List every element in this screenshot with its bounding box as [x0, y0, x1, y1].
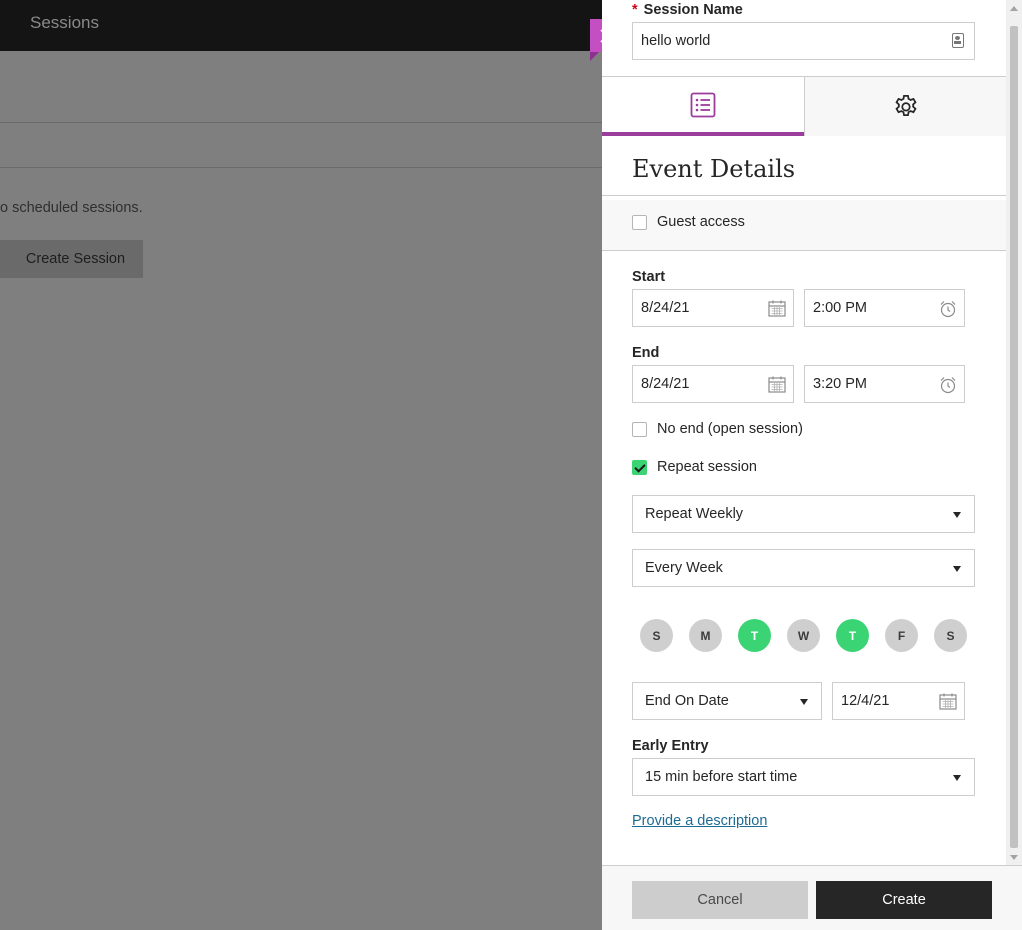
required-marker: *: [632, 2, 638, 18]
list-icon: [690, 92, 716, 117]
session-name-label-text: Session Name: [643, 2, 743, 18]
session-name-label: * Session Name: [632, 2, 743, 18]
end-mode-value: End On Date: [645, 693, 729, 709]
gear-icon: [894, 94, 917, 116]
start-date-input[interactable]: 8/24/21: [632, 289, 794, 327]
section-title: Event Details: [632, 155, 796, 183]
day-friday[interactable]: F: [885, 619, 918, 652]
divider: [0, 122, 602, 123]
repeat-interval-value: Every Week: [645, 560, 723, 576]
session-panel: * Session Name hello world Event Details …: [602, 0, 1022, 930]
repeat-session-label: Repeat session: [657, 459, 757, 475]
start-time-value: 2:00 PM: [813, 300, 867, 316]
end-label: End: [632, 345, 660, 361]
scrollbar-thumb[interactable]: [1010, 26, 1018, 848]
tab-settings[interactable]: [804, 77, 1006, 136]
start-time-input[interactable]: 2:00 PM: [804, 289, 965, 327]
alarm-clock-icon: [940, 301, 956, 318]
guest-access-label: Guest access: [657, 214, 745, 230]
day-tuesday[interactable]: T: [738, 619, 771, 652]
no-end-label: No end (open session): [657, 421, 803, 437]
caret-down-icon: [953, 512, 961, 518]
end-time-value: 3:20 PM: [813, 376, 867, 392]
end-mode-select[interactable]: End On Date: [632, 682, 822, 720]
provide-description-link[interactable]: Provide a description: [632, 813, 767, 829]
alarm-clock-icon: [940, 377, 956, 394]
panel-tabs: [602, 76, 1006, 136]
cancel-button[interactable]: Cancel: [632, 881, 808, 919]
day-sunday[interactable]: S: [640, 619, 673, 652]
day-wednesday[interactable]: W: [787, 619, 820, 652]
divider: [602, 195, 1006, 196]
caret-down-icon: [953, 566, 961, 572]
contact-card-icon: [952, 33, 964, 48]
background-header: Sessions: [0, 0, 602, 51]
guest-access-checkbox[interactable]: [632, 215, 647, 230]
panel-scrollbar[interactable]: [1006, 0, 1022, 865]
no-sessions-text: o scheduled sessions.: [0, 200, 143, 216]
end-time-input[interactable]: 3:20 PM: [804, 365, 965, 403]
repeat-frequency-select[interactable]: Repeat Weekly: [632, 495, 975, 533]
day-monday[interactable]: M: [689, 619, 722, 652]
end-on-date-input[interactable]: 12/4/21: [832, 682, 965, 720]
tab-event-details[interactable]: [602, 77, 804, 136]
early-entry-value: 15 min before start time: [645, 769, 798, 785]
calendar-icon: [768, 376, 786, 393]
early-entry-label: Early Entry: [632, 738, 709, 754]
end-date-value: 8/24/21: [641, 376, 690, 392]
early-entry-select[interactable]: 15 min before start time: [632, 758, 975, 796]
background-content: [0, 51, 602, 930]
page-title: Sessions: [30, 13, 99, 32]
end-date-input[interactable]: 8/24/21: [632, 365, 794, 403]
caret-down-icon: [800, 699, 808, 705]
calendar-icon: [939, 693, 957, 710]
panel-footer: Cancel Create: [602, 865, 1022, 930]
scroll-up-arrow-icon[interactable]: [1010, 6, 1018, 11]
repeat-frequency-value: Repeat Weekly: [645, 506, 744, 522]
day-saturday[interactable]: S: [934, 619, 967, 652]
day-thursday[interactable]: T: [836, 619, 869, 652]
repeat-session-checkbox[interactable]: [632, 460, 647, 475]
calendar-icon: [768, 300, 786, 317]
session-name-input[interactable]: hello world: [632, 22, 975, 60]
start-label: Start: [632, 269, 666, 285]
end-on-date-value: 12/4/21: [841, 693, 890, 709]
start-date-value: 8/24/21: [641, 300, 690, 316]
caret-down-icon: [953, 775, 961, 781]
divider: [0, 167, 602, 168]
create-session-button[interactable]: Create Session: [0, 240, 143, 278]
no-end-checkbox[interactable]: [632, 422, 647, 437]
guest-access-row: Guest access: [602, 200, 1006, 251]
repeat-interval-select[interactable]: Every Week: [632, 549, 975, 587]
scroll-down-arrow-icon[interactable]: [1010, 855, 1018, 860]
create-button[interactable]: Create: [816, 881, 992, 919]
